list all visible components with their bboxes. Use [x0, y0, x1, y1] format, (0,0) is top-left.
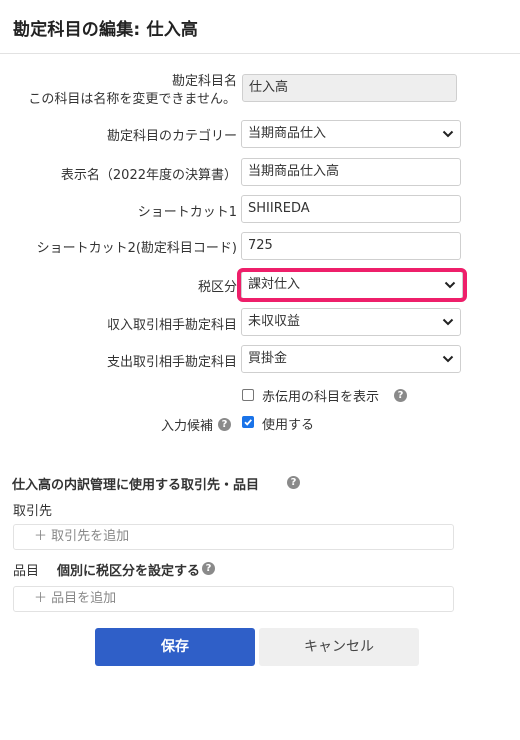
account-name-label: 勘定科目名	[171, 74, 237, 89]
item-label: 品目	[13, 564, 40, 579]
expense-counter-value: 買掛金	[248, 351, 288, 366]
checkmark-icon	[244, 419, 252, 426]
use-label: 使用する	[262, 418, 315, 433]
income-counter-select[interactable]: 未収収益	[241, 308, 461, 336]
use-checkbox[interactable]	[242, 416, 254, 428]
category-value: 当期商品仕入	[248, 126, 327, 141]
account-name-note: この科目は名称を変更できません。	[28, 92, 236, 107]
shortcut2-input[interactable]: 725	[241, 232, 461, 260]
category-select[interactable]: 当期商品仕入	[241, 120, 461, 148]
show-red-label: 赤伝用の科目を表示	[262, 390, 380, 405]
breakdown-title: 仕入高の内訳管理に使用する取引先・品目	[12, 478, 260, 493]
add-partner-button[interactable]: ＋ 取引先を追加	[13, 524, 454, 550]
expense-counter-label: 支出取引相手勘定科目	[106, 355, 237, 370]
tax-category-label: 税区分	[197, 280, 237, 295]
help-icon[interactable]: ?	[202, 562, 215, 575]
shortcut1-label: ショートカット1	[137, 205, 237, 220]
shortcut1-input[interactable]: SHIIREDA	[241, 195, 461, 223]
show-red-checkbox[interactable]	[242, 389, 254, 401]
help-icon[interactable]: ?	[218, 418, 231, 431]
help-icon[interactable]: ?	[394, 389, 407, 402]
income-counter-value: 未収収益	[248, 314, 301, 329]
chevron-down-icon	[442, 130, 454, 138]
save-button[interactable]: 保存	[95, 628, 255, 666]
partner-label: 取引先	[13, 504, 53, 519]
add-item-button[interactable]: ＋ 品目を追加	[13, 586, 454, 612]
income-counter-label: 収入取引相手勘定科目	[106, 318, 237, 333]
chevron-down-icon	[442, 355, 454, 363]
help-icon[interactable]: ?	[287, 476, 300, 489]
display-name-label: 表示名（2022年度の決算書）	[60, 168, 237, 183]
display-name-input[interactable]: 当期商品仕入高	[241, 158, 461, 186]
input-candidate-label: 入力候補	[161, 419, 214, 434]
account-name-field: 仕入高	[242, 74, 457, 102]
cancel-button[interactable]: キャンセル	[259, 628, 419, 666]
tax-category-highlight	[237, 268, 467, 302]
dialog-header: 勘定科目の編集: 仕入高	[0, 0, 520, 54]
dialog-title: 勘定科目の編集: 仕入高	[13, 20, 199, 40]
item-tax-setting-label: 個別に税区分を設定する	[57, 564, 201, 579]
category-label: 勘定科目のカテゴリー	[106, 129, 237, 144]
chevron-down-icon	[442, 318, 454, 326]
expense-counter-select[interactable]: 買掛金	[241, 345, 461, 373]
shortcut2-label: ショートカット2(勘定科目コード)	[36, 241, 237, 256]
